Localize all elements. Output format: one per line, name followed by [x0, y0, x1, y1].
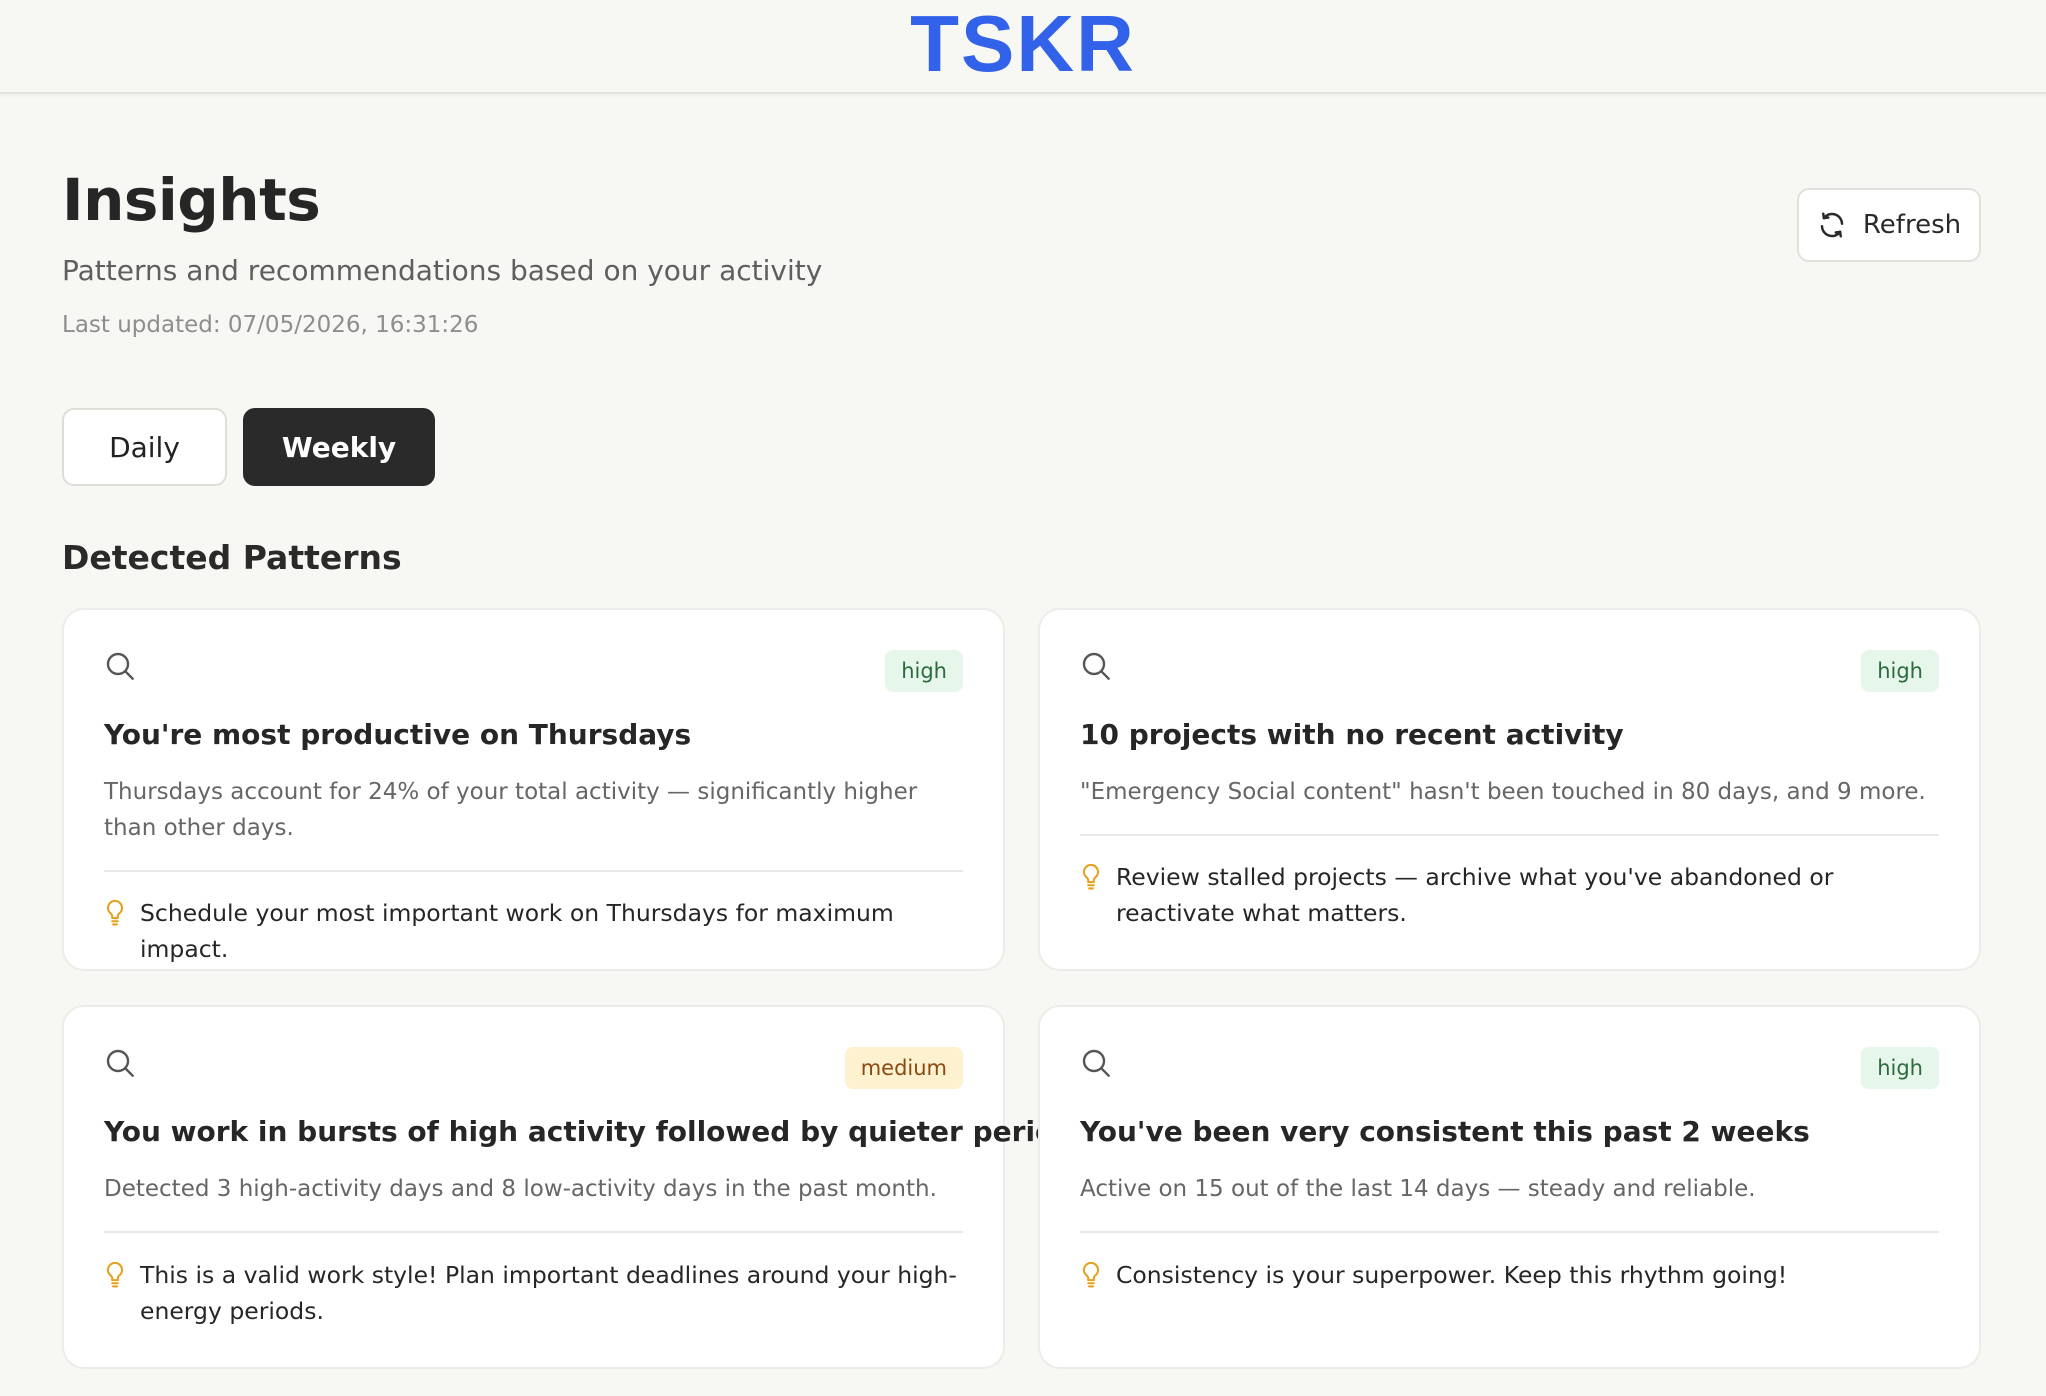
card-title: You're most productive on Thursdays	[104, 718, 692, 751]
pattern-card: high You're most productive on Thursdays…	[62, 608, 1005, 971]
last-updated-timestamp: Last updated: 07/05/2026, 16:31:26	[62, 312, 479, 338]
card-title: You work in bursts of high activity foll…	[104, 1115, 1091, 1148]
card-divider	[1080, 834, 1939, 836]
priority-badge: high	[1861, 1047, 1939, 1089]
card-description: Active on 15 out of the last 14 days — s…	[1080, 1176, 1756, 1202]
card-title: 10 projects with no recent activity	[1080, 718, 1624, 751]
search-icon	[1082, 652, 1110, 680]
app-logo[interactable]: TSKR	[910, 4, 1136, 84]
card-tip-text: Review stalled projects — archive what y…	[1116, 863, 1834, 927]
pattern-card: medium You work in bursts of high activi…	[62, 1005, 1091, 1369]
pattern-card: high 10 projects with no recent activity…	[1038, 608, 1981, 971]
refresh-icon	[1820, 212, 1844, 238]
card-divider	[1080, 1231, 1939, 1233]
card-tip: Schedule your most important work on Thu…	[104, 895, 963, 967]
card-title: You've been very consistent this past 2 …	[1080, 1115, 1810, 1148]
card-divider	[104, 870, 963, 872]
search-icon	[1082, 1049, 1110, 1077]
refresh-button-label: Refresh	[1862, 210, 1962, 240]
top-bar: TSKR	[0, 0, 2046, 94]
card-tip: Review stalled projects — archive what y…	[1080, 859, 1939, 931]
priority-badge: high	[1861, 650, 1939, 692]
refresh-button[interactable]: Refresh	[1797, 188, 1981, 262]
search-icon	[106, 652, 134, 680]
page-title: Insights	[62, 166, 321, 234]
card-description: Thursdays account for 24% of your total …	[104, 779, 918, 841]
tab-daily[interactable]: Daily	[62, 408, 227, 486]
card-tip: Consistency is your superpower. Keep thi…	[1080, 1257, 1939, 1293]
card-divider	[104, 1231, 963, 1233]
section-heading-detected-patterns: Detected Patterns	[62, 538, 402, 577]
card-description: "Emergency Social content" hasn't been t…	[1080, 779, 1926, 805]
tab-weekly[interactable]: Weekly	[243, 408, 435, 486]
search-icon	[106, 1049, 134, 1077]
card-tip: This is a valid work style! Plan importa…	[104, 1257, 963, 1329]
lightbulb-icon	[1082, 863, 1100, 890]
priority-badge: medium	[844, 1047, 963, 1089]
card-tip-text: Schedule your most important work on Thu…	[140, 899, 894, 963]
card-description: Detected 3 high-activity days and 8 low-…	[104, 1176, 937, 1202]
pattern-card: high You've been very consistent this pa…	[1038, 1005, 1981, 1369]
priority-badge: high	[885, 650, 963, 692]
lightbulb-icon	[106, 899, 124, 926]
page-subtitle: Patterns and recommendations based on yo…	[62, 254, 823, 287]
lightbulb-icon	[1082, 1261, 1100, 1288]
card-tip-text: Consistency is your superpower. Keep thi…	[1116, 1261, 1788, 1289]
lightbulb-icon	[106, 1261, 124, 1288]
card-tip-text: This is a valid work style! Plan importa…	[140, 1261, 957, 1325]
